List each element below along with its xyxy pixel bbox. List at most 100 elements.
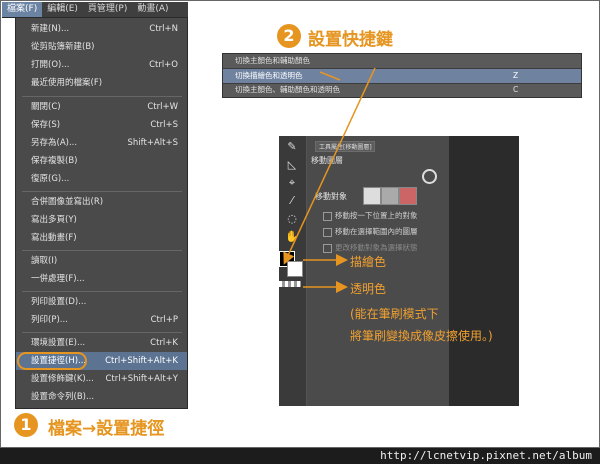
menu-separator: [22, 96, 182, 97]
menu-item-revert[interactable]: 復原(G)...: [16, 170, 187, 188]
option-change-to-selection: 更改移動對象為選擇狀態: [323, 242, 418, 253]
menu-item-shortcut: Shift+Alt+S: [127, 138, 178, 148]
menu-separator: [22, 191, 182, 192]
lasso-tool-icon[interactable]: ◌: [284, 212, 300, 226]
menu-item-shortcut: Ctrl+N: [149, 24, 178, 34]
canvas-area: [449, 136, 519, 406]
operation-tool-icon[interactable]: ⌖: [284, 176, 300, 190]
menu-item-close[interactable]: 關閉(C) Ctrl+W: [16, 98, 187, 116]
menu-item-label: 環境設置(E)...: [31, 338, 86, 348]
shortcut-key: Z: [513, 71, 519, 80]
menu-animation[interactable]: 動畫(A): [132, 2, 173, 17]
shortcut-label: 切換主顏色、輔助顏色和透明色: [235, 85, 340, 94]
transparent-color-swatch[interactable]: [279, 281, 301, 287]
menu-item-print-setup[interactable]: 列印設置(D)...: [16, 293, 187, 311]
target-grid-button[interactable]: [381, 187, 399, 205]
menu-item-label: 保存複製(B): [31, 156, 78, 166]
menu-item-label: 關閉(C): [31, 102, 61, 112]
menu-item-import[interactable]: 讀取(I): [16, 252, 187, 270]
menubar: 檔案(F) 編輯(E) 頁管理(P) 動畫(A): [2, 2, 188, 18]
checkbox[interactable]: [323, 211, 332, 221]
file-menu-dropdown: 新建(N)... Ctrl+N 從剪貼簿新建(B) 打開(O)... Ctrl+O …: [15, 17, 188, 409]
option-label: 移動按一下位置上的對象: [335, 211, 418, 220]
menu-item-label: 寫出動畫(F): [31, 233, 77, 243]
option-move-in-selection[interactable]: 移動在選擇範圍內的圖層: [323, 226, 418, 237]
menu-item-shortcut: Ctrl+W: [147, 102, 178, 112]
menu-item-preferences[interactable]: 環境設置(E)... Ctrl+K: [16, 334, 187, 352]
footer-url[interactable]: http://lcnetvip.pixnet.net/album: [380, 449, 592, 462]
tool-property-panel: 工具屬性[移動圖層] 移動圖層 移動對象 移動按一下位置上的對象 移動在選擇範圍…: [307, 136, 449, 406]
shortcut-label: 切換描繪色和透明色: [235, 71, 303, 80]
sub-color-swatch[interactable]: [287, 261, 303, 277]
menu-edit[interactable]: 編輯(E): [42, 2, 83, 17]
menu-item-new[interactable]: 新建(N)... Ctrl+N: [16, 20, 187, 38]
menu-item-label: 設置修飾鍵(K)...: [31, 374, 94, 384]
target-cross-button[interactable]: [399, 187, 417, 205]
menu-item-command-bar[interactable]: 設置命令列(B)...: [16, 388, 187, 406]
menu-separator: [22, 291, 182, 292]
menu-item-label: 一併處理(F)...: [31, 274, 85, 284]
menu-item-label: 復原(G)...: [31, 174, 70, 184]
menu-item-label: 讀取(I): [31, 256, 58, 266]
footer-bar: http://lcnetvip.pixnet.net/album: [0, 448, 600, 464]
menu-item-shortcut: Ctrl+Shift+Alt+K: [105, 356, 178, 366]
transparent-color-label: 透明色: [350, 282, 387, 296]
menu-item-label: 從剪貼簿新建(B): [31, 42, 95, 52]
menu-item-modifier-keys[interactable]: 設置修飾鍵(K)... Ctrl+Shift+Alt+Y: [16, 370, 187, 388]
menu-item-label: 新建(N)...: [31, 24, 70, 34]
step2-badge: 2: [277, 24, 301, 48]
step2-callout: 設置快捷鍵: [308, 30, 393, 50]
menu-page-manage[interactable]: 頁管理(P): [83, 2, 132, 17]
note-line2: 將筆刷變換成像皮擦使用。): [350, 329, 493, 343]
menu-item-print[interactable]: 列印(P)... Ctrl+P: [16, 311, 187, 329]
menu-item-export-animation[interactable]: 寫出動畫(F): [16, 229, 187, 247]
step1-callout: 檔案→設置捷徑: [48, 419, 165, 439]
menu-separator: [22, 250, 182, 251]
triangle-tool-icon[interactable]: ◺: [284, 158, 300, 172]
menu-item-label: 列印設置(D)...: [31, 297, 87, 307]
shortcut-row-selected[interactable]: 切換描繪色和透明色 Z: [223, 69, 581, 83]
eyedropper-icon[interactable]: ⁄: [284, 194, 300, 208]
menu-item-save-copy[interactable]: 保存複製(B): [16, 152, 187, 170]
menu-item-save[interactable]: 保存(S) Ctrl+S: [16, 116, 187, 134]
menu-item-label: 保存(S): [31, 120, 61, 130]
shortcut-list-panel: 切換主顏色和輔助顏色 切換描繪色和透明色 Z 切換主顏色、輔助顏色和透明色 C: [222, 53, 582, 98]
menu-item-label: 最近使用的檔案(F): [31, 78, 103, 88]
menu-item-shortcut: Ctrl+O: [149, 60, 178, 70]
tool-property-tab[interactable]: 工具屬性[移動圖層]: [315, 141, 375, 152]
shortcut-row[interactable]: 切換主顏色和輔助顏色: [223, 54, 581, 68]
menu-item-label: 設置命令列(B)...: [31, 392, 95, 402]
option-label: 更改移動對象為選擇狀態: [335, 243, 418, 252]
menu-item-save-as[interactable]: 另存為(A)... Shift+Alt+S: [16, 134, 187, 152]
menu-item-batch-process[interactable]: 一併處理(F)...: [16, 270, 187, 288]
note-line1: (能在筆刷模式下: [350, 307, 439, 321]
pen-tool-icon[interactable]: ✎: [284, 140, 300, 154]
menu-separator: [22, 332, 182, 333]
menu-item-label: 寫出多頁(Y): [31, 215, 77, 225]
menu-item-shortcut: Ctrl+Shift+Alt+Y: [105, 374, 178, 384]
search-icon[interactable]: [422, 169, 437, 184]
menu-item-export-multipage[interactable]: 寫出多頁(Y): [16, 211, 187, 229]
page: 檔案(F) 編輯(E) 頁管理(P) 動畫(A) 新建(N)... Ctrl+N …: [0, 0, 600, 464]
target-layer-button[interactable]: [363, 187, 381, 205]
option-label: 移動在選擇範圍內的圖層: [335, 227, 418, 236]
menu-item-shortcut: Ctrl+P: [150, 315, 178, 325]
hand-tool-icon[interactable]: ✋: [284, 230, 300, 244]
menu-item-label: 合併圖像並寫出(R): [31, 197, 104, 207]
move-target-label: 移動對象: [315, 192, 347, 201]
menu-item-new-from-clipboard[interactable]: 從剪貼簿新建(B): [16, 38, 187, 56]
tool-title: 移動圖層: [311, 156, 343, 165]
option-move-clicked-object[interactable]: 移動按一下位置上的對象: [323, 210, 418, 221]
menu-item-recent-files[interactable]: 最近使用的檔案(F): [16, 74, 187, 92]
menu-file[interactable]: 檔案(F): [2, 2, 43, 17]
checkbox: [323, 243, 332, 253]
tool-panel-screenshot: ✎ ◺ ⌖ ⁄ ◌ ✋ 工具屬性[移動圖層] 移動圖層 移動對象 移動按一下位置…: [279, 136, 519, 406]
checkbox[interactable]: [323, 227, 332, 237]
menu-item-merge-export[interactable]: 合併圖像並寫出(R): [16, 193, 187, 211]
shortcut-row[interactable]: 切換主顏色、輔助顏色和透明色 C: [223, 83, 581, 97]
menu-item-label: 另存為(A)...: [31, 138, 78, 148]
draw-color-label: 描繪色: [350, 255, 387, 269]
menu-item-open[interactable]: 打開(O)... Ctrl+O: [16, 56, 187, 74]
menu-item-shortcut: Ctrl+K: [150, 338, 178, 348]
menu-item-shortcut: Ctrl+S: [150, 120, 178, 130]
